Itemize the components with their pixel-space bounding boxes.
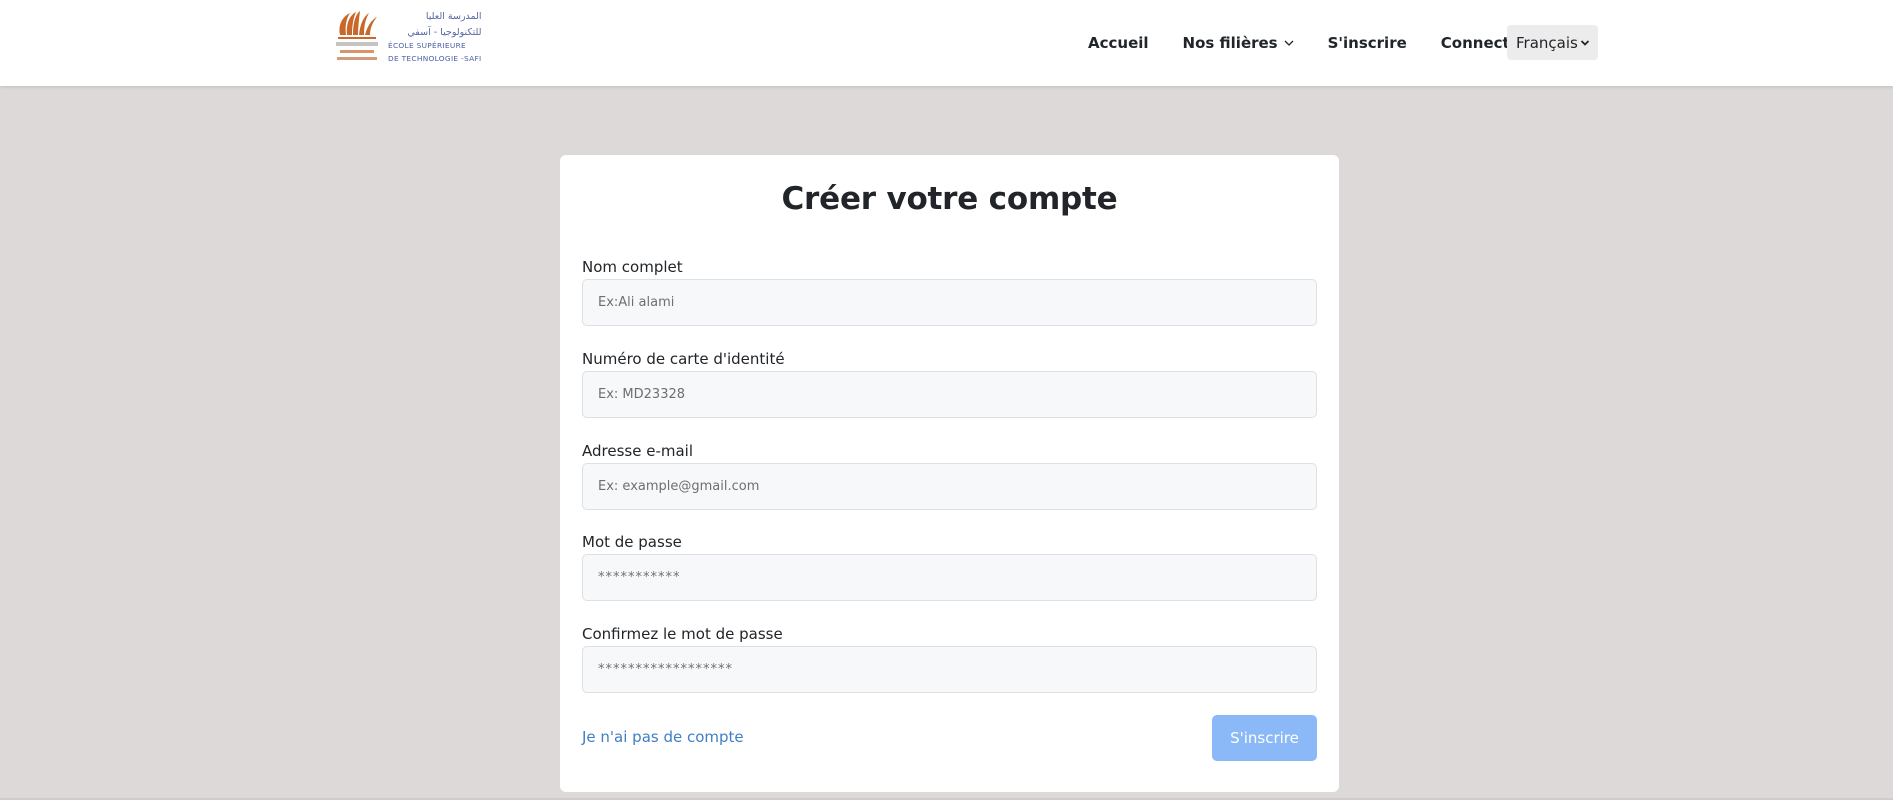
logo-french-line-1: ÉCOLE SUPÉRIEURE <box>388 41 467 51</box>
signup-card: Créer votre compte Nom complet Numéro de… <box>560 155 1339 792</box>
confirm-password-label: Confirmez le mot de passe <box>582 625 783 643</box>
logo-french-line-2: DE TECHNOLOGIE -SAFI <box>388 53 482 63</box>
confirm-password-input[interactable] <box>582 646 1317 693</box>
full-name-input[interactable] <box>582 279 1317 326</box>
logo-arabic-line-2: للتكنولوجيا - آسفي <box>407 26 482 38</box>
language-select-value: Français <box>1516 33 1578 52</box>
signup-submit-button[interactable]: S'inscrire <box>1212 715 1317 761</box>
school-emblem-icon <box>334 9 380 65</box>
full-name-label: Nom complet <box>582 258 683 276</box>
chevron-down-icon <box>1580 39 1590 46</box>
password-input[interactable] <box>582 554 1317 601</box>
language-select[interactable]: Français <box>1507 25 1598 60</box>
main-nav: Accueil Nos filières S'inscrire Connecte… <box>1088 0 1527 86</box>
email-label: Adresse e-mail <box>582 442 693 460</box>
nav-link-accueil[interactable]: Accueil <box>1088 34 1149 52</box>
email-input[interactable] <box>582 463 1317 510</box>
school-logo[interactable]: المدرسة العليا للتكنولوجيا - آسفي ÉCOLE … <box>334 9 482 65</box>
nav-link-sinscrire[interactable]: S'inscrire <box>1328 34 1407 52</box>
chevron-down-icon <box>1284 38 1294 48</box>
nav-dropdown-filieres[interactable]: Nos filières <box>1183 34 1294 52</box>
top-navbar: المدرسة العليا للتكنولوجيا - آسفي ÉCOLE … <box>0 0 1893 86</box>
logo-text: المدرسة العليا للتكنولوجيا - آسفي ÉCOLE … <box>388 9 482 65</box>
logo-arabic-line-1: المدرسة العليا <box>425 11 482 22</box>
no-account-link[interactable]: Je n'ai pas de compte <box>582 728 744 746</box>
page-title: Créer votre compte <box>781 181 1118 217</box>
form-footer: Je n'ai pas de compte S'inscrire <box>582 715 1317 761</box>
nav-dropdown-filieres-label: Nos filières <box>1182 34 1278 52</box>
id-card-number-label: Numéro de carte d'identité <box>582 350 785 368</box>
password-label: Mot de passe <box>582 533 682 551</box>
id-card-number-input[interactable] <box>582 371 1317 418</box>
